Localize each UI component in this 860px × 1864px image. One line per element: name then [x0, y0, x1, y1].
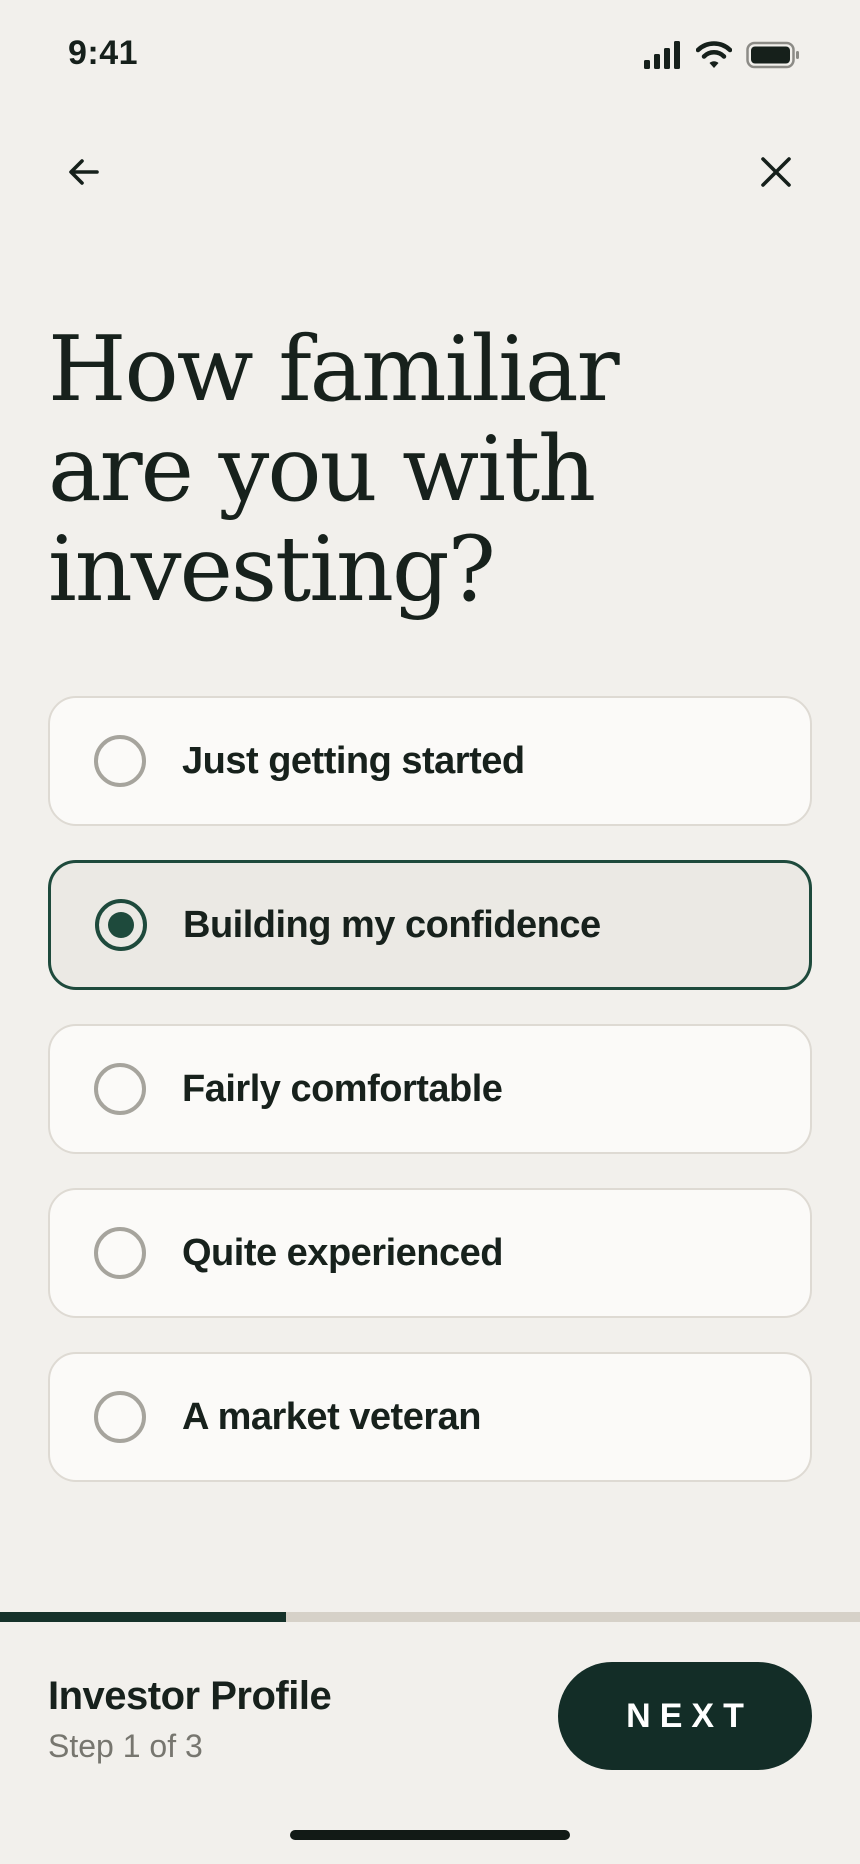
- radio-selected-icon: [95, 899, 147, 951]
- battery-icon: [746, 41, 799, 69]
- status-bar: 9:41: [0, 0, 860, 110]
- option-label: Just getting started: [182, 739, 525, 782]
- option-label: A market veteran: [182, 1395, 481, 1438]
- status-time: 9:41: [68, 34, 139, 72]
- question-title: How familiar are you with investing?: [48, 317, 620, 622]
- radio-dot: [108, 912, 134, 938]
- option-quite-experienced[interactable]: Quite experienced: [48, 1188, 812, 1318]
- next-button[interactable]: NEXT: [558, 1662, 812, 1770]
- option-label: Quite experienced: [182, 1231, 503, 1274]
- back-button[interactable]: [52, 140, 116, 204]
- option-fairly-comfortable[interactable]: Fairly comfortable: [48, 1024, 812, 1154]
- option-just-getting-started[interactable]: Just getting started: [48, 696, 812, 826]
- option-label: Building my confidence: [183, 903, 601, 946]
- close-icon: [761, 157, 791, 187]
- step-indicator: Step 1 of 3: [48, 1728, 203, 1764]
- radio-icon: [94, 1391, 146, 1443]
- signal-icon: [644, 41, 680, 69]
- option-a-market-veteran[interactable]: A market veteran: [48, 1352, 812, 1482]
- radio-icon: [94, 1063, 146, 1115]
- status-icons: [644, 38, 800, 72]
- home-indicator: [290, 1830, 570, 1840]
- option-building-my-confidence[interactable]: Building my confidence: [48, 860, 812, 990]
- footer-title: Investor Profile: [48, 1674, 332, 1718]
- wifi-icon: [696, 41, 732, 68]
- answer-options: Just getting started Building my confide…: [48, 696, 812, 1516]
- close-button[interactable]: [744, 140, 808, 204]
- arrow-left-icon: [69, 159, 99, 185]
- radio-icon: [94, 1227, 146, 1279]
- option-label: Fairly comfortable: [182, 1067, 503, 1110]
- progress-bar: [0, 1612, 860, 1622]
- progress-fill: [0, 1612, 287, 1622]
- radio-icon: [94, 735, 146, 787]
- footer: Investor Profile Step 1 of 3 NEXT: [0, 1622, 860, 1864]
